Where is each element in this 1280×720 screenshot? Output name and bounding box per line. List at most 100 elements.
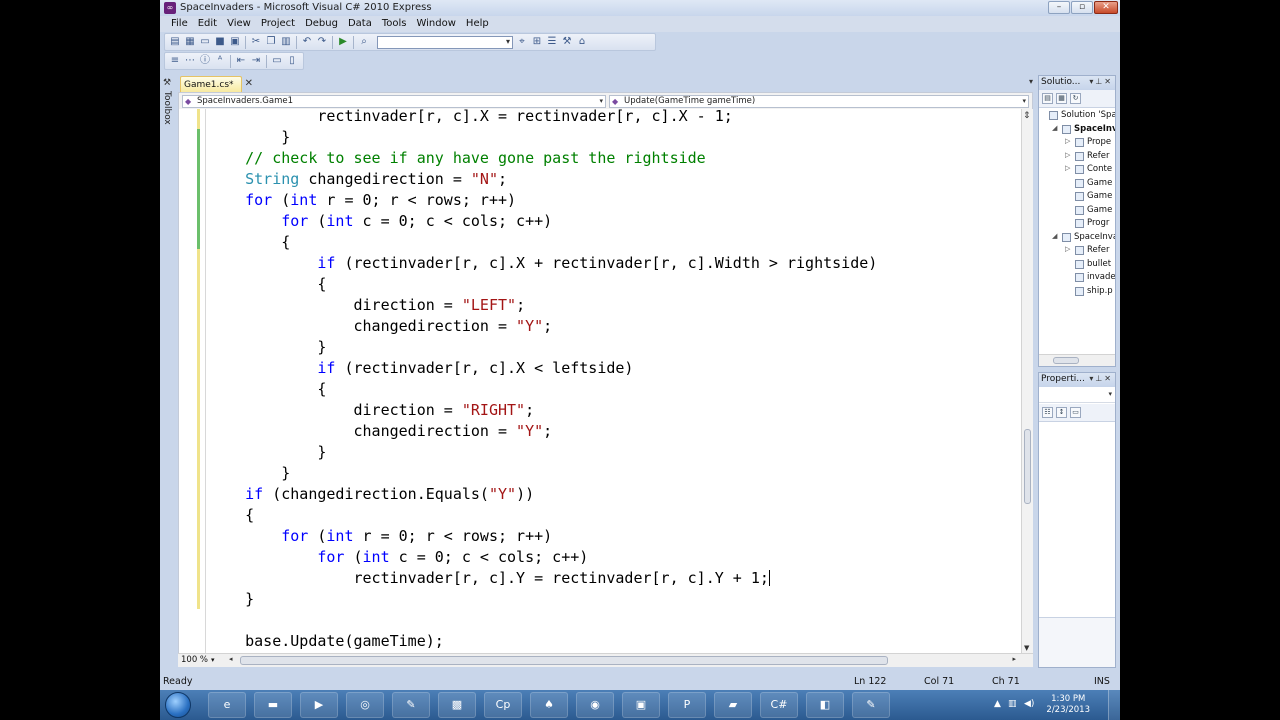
add-item-icon[interactable]: ▦ bbox=[184, 36, 196, 48]
code-line[interactable]: { bbox=[209, 505, 877, 526]
scroll-right-icon[interactable]: ▸ bbox=[1012, 655, 1016, 663]
close-button[interactable]: ✕ bbox=[1094, 1, 1118, 14]
maximize-button[interactable]: ▫ bbox=[1071, 1, 1093, 14]
list-members-icon[interactable]: ≡ bbox=[169, 55, 181, 67]
tree-item[interactable]: bullet bbox=[1039, 258, 1115, 272]
code-line[interactable]: for (int c = 0; c < cols; c++) bbox=[209, 547, 877, 568]
redo-icon[interactable]: ↷ bbox=[316, 36, 328, 48]
tab-list-dropdown-icon[interactable]: ▾ bbox=[1029, 77, 1033, 86]
vertical-scroll-thumb[interactable] bbox=[1024, 429, 1031, 504]
properties-icon[interactable]: ☰ bbox=[546, 36, 558, 48]
start-page-icon[interactable]: ⌂ bbox=[576, 36, 588, 48]
tree-item[interactable]: Solution 'Spa bbox=[1039, 109, 1115, 123]
toolbox-icon[interactable]: ⚒ bbox=[561, 36, 573, 48]
tab-game1-cs[interactable]: Game1.cs* ✕ bbox=[180, 76, 253, 92]
volume-icon[interactable]: ◀) bbox=[1024, 699, 1034, 709]
close-tab-icon[interactable]: ✕ bbox=[245, 78, 253, 89]
file-explorer-icon[interactable]: ▬ bbox=[254, 692, 292, 718]
solution-explorer-icon[interactable]: ⊞ bbox=[531, 36, 543, 48]
open-file-icon[interactable]: ▭ bbox=[199, 36, 211, 48]
code-line[interactable]: } bbox=[209, 589, 877, 610]
code-line[interactable]: // check to see if any have gone past th… bbox=[209, 148, 877, 169]
minimize-button[interactable]: – bbox=[1048, 1, 1070, 14]
code-line[interactable]: for (int r = 0; r < rows; r++) bbox=[209, 526, 877, 547]
class-dropdown[interactable]: ◆ SpaceInvaders.Game1 ▾ bbox=[182, 95, 606, 108]
code-line[interactable]: } bbox=[209, 463, 877, 484]
show-all-files-icon[interactable]: ▦ bbox=[1056, 93, 1067, 104]
expander-icon[interactable]: ▷ bbox=[1065, 137, 1070, 145]
network-icon[interactable]: ▥ bbox=[1008, 699, 1017, 709]
solution-explorer-header[interactable]: Solutio... ▾⊥✕ bbox=[1039, 76, 1115, 90]
game-icon[interactable]: ♠ bbox=[530, 692, 568, 718]
parameter-info-icon[interactable]: ⋯ bbox=[184, 55, 196, 67]
menu-debug[interactable]: Debug bbox=[300, 16, 343, 32]
find-in-files-icon[interactable]: ⌖ bbox=[516, 36, 528, 48]
object-dropdown[interactable]: ▾ bbox=[1039, 387, 1115, 403]
properties-header[interactable]: Properti... ▾⊥✕ bbox=[1039, 373, 1115, 387]
powerpoint-icon[interactable]: P bbox=[668, 692, 706, 718]
categorized-icon[interactable]: ☷ bbox=[1042, 407, 1053, 418]
start-debugging-icon[interactable]: ▶ bbox=[337, 36, 349, 48]
tree-item[interactable]: invade bbox=[1039, 271, 1115, 285]
code-line[interactable]: if (rectinvader[r, c].X + rectinvader[r,… bbox=[209, 253, 877, 274]
clock[interactable]: 1:30 PM 2/23/2013 bbox=[1046, 694, 1090, 716]
code-editor[interactable]: rectinvader[r, c].X = rectinvader[r, c].… bbox=[178, 109, 1021, 653]
tree-item[interactable]: ◢ SpaceInv bbox=[1039, 123, 1115, 137]
toolbox-strip[interactable]: ⚒ Toolbox bbox=[160, 75, 177, 665]
code-line[interactable]: rectinvader[r, c].X = rectinvader[r, c].… bbox=[209, 109, 877, 127]
split-handle-icon[interactable]: ⇕ bbox=[1023, 111, 1031, 121]
panel-controls-icon[interactable]: ▾⊥✕ bbox=[1089, 374, 1113, 383]
code-line[interactable]: } bbox=[209, 127, 877, 148]
uncomment-icon[interactable]: ▯ bbox=[286, 55, 298, 67]
code-line[interactable]: changedirection = "Y"; bbox=[209, 421, 877, 442]
scroll-left-icon[interactable]: ◂ bbox=[229, 655, 233, 663]
captivate-icon[interactable]: Cp bbox=[484, 692, 522, 718]
horizontal-scrollbar[interactable]: ◂ ▸ bbox=[229, 655, 1016, 666]
menu-view[interactable]: View bbox=[222, 16, 256, 32]
tree-item[interactable]: ▷ Refer bbox=[1039, 244, 1115, 258]
code-line[interactable] bbox=[209, 610, 877, 631]
menu-window[interactable]: Window bbox=[411, 16, 460, 32]
indent-icon[interactable]: ⇥ bbox=[250, 55, 262, 67]
menu-edit[interactable]: Edit bbox=[193, 16, 222, 32]
server-tool-icon[interactable]: ▩ bbox=[438, 692, 476, 718]
tree-item[interactable]: ▷ Refer bbox=[1039, 150, 1115, 164]
code-line[interactable]: String changedirection = "N"; bbox=[209, 169, 877, 190]
code-line[interactable]: changedirection = "Y"; bbox=[209, 316, 877, 337]
chrome-icon[interactable]: ◉ bbox=[576, 692, 614, 718]
property-pages-icon[interactable]: ▭ bbox=[1070, 407, 1081, 418]
tree-item[interactable]: ◢ SpaceInva bbox=[1039, 231, 1115, 245]
scroll-down-icon[interactable]: ▼ bbox=[1024, 644, 1029, 652]
save-icon[interactable]: ■ bbox=[214, 36, 226, 48]
outdent-icon[interactable]: ⇤ bbox=[235, 55, 247, 67]
annotation-tool-icon[interactable]: ✎ bbox=[852, 692, 890, 718]
visual-csharp-icon[interactable]: C# bbox=[760, 692, 798, 718]
tree-item[interactable]: ▷ Conte bbox=[1039, 163, 1115, 177]
screen-recorder-icon[interactable]: ◧ bbox=[806, 692, 844, 718]
solution-horizontal-scrollbar[interactable] bbox=[1039, 354, 1115, 366]
title-bar[interactable]: ∞ SpaceInvaders - Microsoft Visual C# 20… bbox=[160, 0, 1120, 16]
panel-controls-icon[interactable]: ▾⊥✕ bbox=[1089, 77, 1113, 86]
code-line[interactable]: } bbox=[209, 337, 877, 358]
find-icon[interactable]: ⌕ bbox=[358, 36, 370, 48]
tree-item[interactable]: Game bbox=[1039, 177, 1115, 191]
tree-item[interactable]: ship.p bbox=[1039, 285, 1115, 299]
comment-icon[interactable]: ▭ bbox=[271, 55, 283, 67]
expander-icon[interactable]: ◢ bbox=[1052, 232, 1057, 240]
tree-item[interactable]: Progr bbox=[1039, 217, 1115, 231]
pen-tool-icon[interactable]: ✎ bbox=[392, 692, 430, 718]
code-line[interactable]: { bbox=[209, 274, 877, 295]
remote-desktop-icon[interactable]: ▣ bbox=[622, 692, 660, 718]
member-dropdown[interactable]: ◆ Update(GameTime gameTime) ▾ bbox=[609, 95, 1029, 108]
menu-data[interactable]: Data bbox=[343, 16, 377, 32]
tree-item[interactable]: Game bbox=[1039, 204, 1115, 218]
save-all-icon[interactable]: ▣ bbox=[229, 36, 241, 48]
alphabetical-icon[interactable]: ↕ bbox=[1056, 407, 1067, 418]
new-project-icon[interactable]: ▤ bbox=[169, 36, 181, 48]
cut-icon[interactable]: ✂ bbox=[250, 36, 262, 48]
code-line[interactable]: if (changedirection.Equals("Y")) bbox=[209, 484, 877, 505]
show-hidden-icons-icon[interactable]: ▲ bbox=[994, 699, 1001, 709]
network-tool-icon[interactable]: ◎ bbox=[346, 692, 384, 718]
code-line[interactable]: base.Update(gameTime); bbox=[209, 631, 877, 652]
find-combo[interactable]: ▾ bbox=[377, 35, 513, 49]
